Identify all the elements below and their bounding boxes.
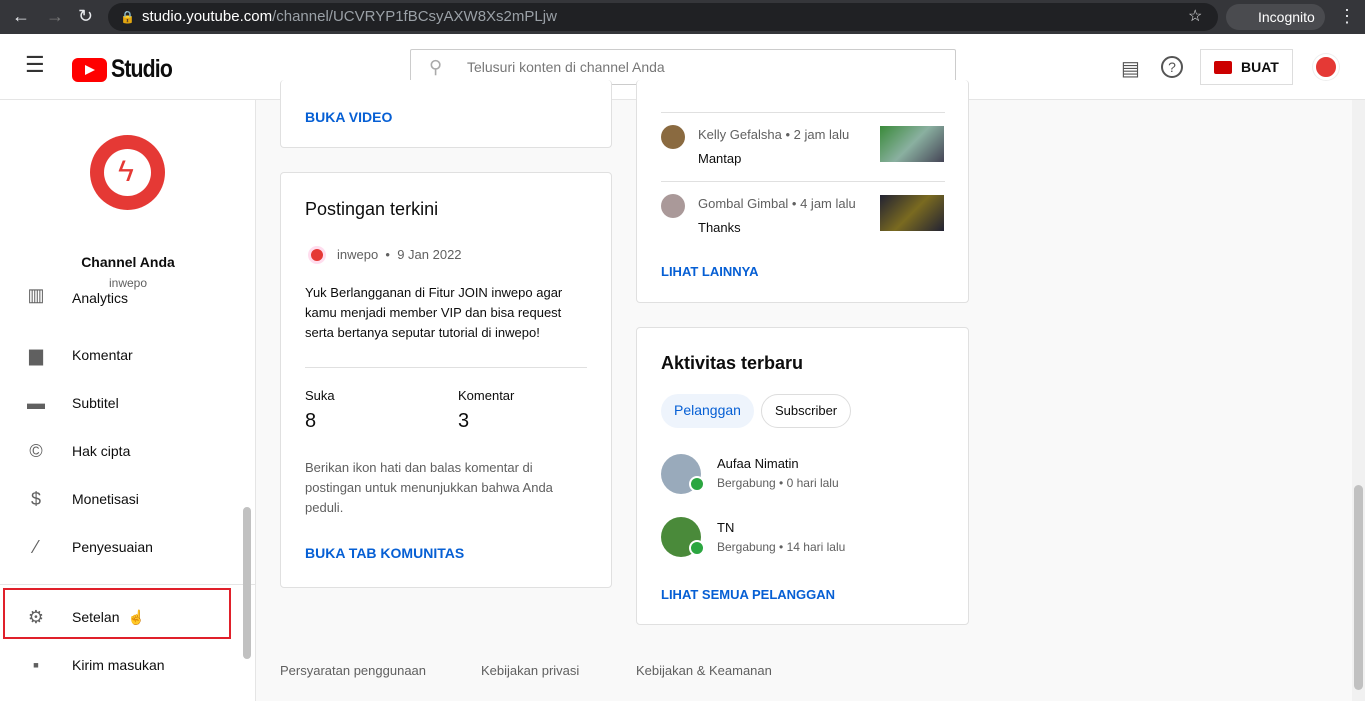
subscriber-meta: Bergabung • 0 hari lalu — [717, 476, 839, 490]
subscriber-meta: Bergabung • 14 hari lalu — [717, 540, 846, 554]
commenter-avatar — [661, 125, 685, 149]
sidebar-item-monetisasi[interactable]: $ Monetisasi — [0, 475, 256, 523]
footer-policy-link[interactable]: Kebijakan & Keamanan — [636, 663, 772, 678]
post-author: inwepo — [337, 247, 379, 262]
dollar-icon: $ — [30, 488, 41, 509]
sidebar-item-kirim-masukan[interactable]: ▪ Kirim masukan — [0, 641, 256, 689]
youtube-logo-icon — [72, 57, 107, 82]
scrollbar-thumb[interactable] — [1354, 485, 1363, 690]
comment-meta: Kelly Gefalsha • 2 jam lalu — [698, 127, 850, 142]
reload-icon[interactable]: ↻ — [78, 6, 93, 27]
subtitles-icon: ▬ — [27, 392, 45, 413]
likes-label: Suka — [305, 388, 335, 403]
studio-logo[interactable]: Studio — [72, 55, 183, 84]
footer-privacy-link[interactable]: Kebijakan privasi — [481, 663, 579, 678]
magic-wand-icon: ⁄ — [34, 536, 38, 557]
chip-pelanggan[interactable]: Pelanggan — [661, 394, 754, 428]
see-all-subscribers-link[interactable]: LIHAT SEMUA PELANGGAN — [661, 587, 835, 602]
divider — [661, 112, 945, 113]
likes-count: 8 — [305, 410, 317, 432]
sidebar-item-komentar[interactable]: ▆ Komentar — [0, 331, 256, 379]
comments-card: Kelly Gefalsha • 2 jam lalu Mantap Gomba… — [636, 80, 969, 303]
main-scrollbar[interactable] — [1352, 100, 1365, 701]
post-date: 9 Jan 2022 — [397, 247, 462, 262]
comment-text: Mantap — [698, 151, 742, 166]
check-badge-icon — [689, 540, 705, 556]
activity-card: Aktivitas terbaru Pelanggan Subscriber A… — [636, 327, 969, 625]
incognito-badge[interactable]: Incognito — [1226, 4, 1325, 30]
open-community-link[interactable]: BUKA TAB KOMUNITAS — [305, 545, 464, 561]
lock-icon: 🔒 — [120, 10, 135, 24]
forward-icon[interactable]: → — [46, 6, 64, 27]
video-plus-icon — [1214, 61, 1232, 74]
highlight-box — [3, 588, 231, 639]
messages-icon[interactable]: ▤ — [1121, 56, 1140, 81]
address-bar[interactable]: 🔒 studio.youtube.com/channel/UCVRYP1fBCsy… — [108, 3, 1218, 31]
account-avatar[interactable] — [1313, 54, 1339, 80]
chip-subscriber[interactable]: Subscriber — [761, 394, 852, 428]
comment-icon: ▆ — [29, 344, 43, 365]
video-thumbnail[interactable] — [880, 126, 944, 162]
bookmark-star-icon[interactable]: ☆ — [1188, 6, 1202, 26]
search-icon: ⚲ — [429, 57, 443, 77]
channel-title: Channel Anda — [81, 254, 175, 270]
divider — [305, 367, 587, 368]
analytics-icon: ▥ — [27, 285, 45, 305]
comment-text: Thanks — [698, 220, 741, 235]
divider — [0, 584, 256, 585]
card-title: Aktivitas terbaru — [661, 353, 804, 373]
back-icon[interactable]: ← — [12, 6, 30, 27]
menu-dots-icon[interactable]: ⋮ — [1338, 6, 1356, 27]
comments-count: 3 — [458, 410, 470, 432]
subscriber-name: TN — [717, 520, 735, 535]
comment-meta: Gombal Gimbal • 4 jam lalu — [698, 196, 856, 211]
commenter-avatar — [661, 194, 685, 218]
browser-bar: ← → ↻ 🔒 studio.youtube.com/channel/UCVRYP… — [0, 0, 1365, 34]
comments-label: Komentar — [458, 388, 515, 403]
post-card: Postingan terkini inwepo • 9 Jan 2022 Yu… — [280, 172, 612, 588]
sidebar-item-analytics[interactable]: ▥ Analytics — [0, 284, 256, 306]
sidebar-item-subtitel[interactable]: ▬ Subtitel — [0, 379, 256, 427]
sidebar-item-hak-cipta[interactable]: © Hak cipta — [0, 427, 256, 475]
video-thumbnail[interactable] — [880, 195, 944, 231]
footer-terms-link[interactable]: Persyaratan penggunaan — [280, 663, 426, 678]
hamburger-menu-icon[interactable]: ☰ — [25, 52, 45, 78]
see-more-link[interactable]: LIHAT LAINNYA — [661, 264, 759, 279]
check-badge-icon — [689, 476, 705, 492]
video-card: BUKA VIDEO — [280, 80, 612, 148]
create-button[interactable]: BUAT — [1200, 49, 1293, 85]
bolt-icon: ϟ — [118, 155, 134, 188]
author-avatar — [308, 246, 326, 264]
card-title: Postingan terkini — [305, 199, 439, 219]
sidebar-scrollbar[interactable] — [243, 507, 251, 659]
sidebar-item-penyesuaian[interactable]: ⁄ Penyesuaian — [0, 523, 256, 571]
subscriber-name: Aufaa Nimatin — [717, 456, 799, 471]
feedback-icon: ▪ — [32, 654, 40, 675]
post-hint: Berikan ikon hati dan balas komentar di … — [305, 460, 553, 515]
sidebar: ϟ Channel Anda inwepo ▥ Analytics ▆ Koment… — [0, 100, 256, 701]
post-body: Yuk Berlangganan di Fitur JOIN inwepo ag… — [305, 285, 563, 340]
copyright-icon: © — [29, 440, 43, 461]
open-video-link[interactable]: BUKA VIDEO — [305, 109, 392, 125]
help-icon[interactable]: ? — [1161, 56, 1183, 78]
divider — [661, 181, 945, 182]
